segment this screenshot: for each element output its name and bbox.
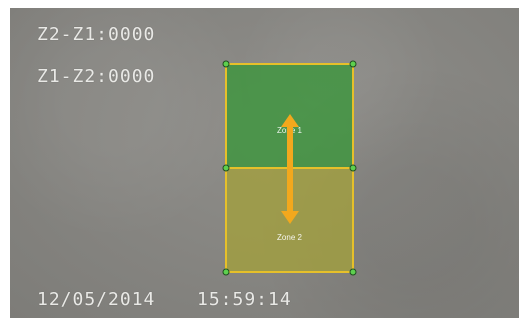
video-feed: Z2-Z1:0000 Z1-Z2:0000 Zone 1 Zone 2 12/0… <box>10 8 519 318</box>
osd-time: 15:59:14 <box>197 289 292 310</box>
osd-date: 12/05/2014 <box>37 289 156 310</box>
zone-handle-middle-right[interactable] <box>349 164 357 172</box>
zone-handle-top-right[interactable] <box>349 60 357 68</box>
zone-handle-bottom-left[interactable] <box>222 268 230 276</box>
counter-z1-to-z2: Z1-Z2:0000 <box>37 66 156 87</box>
camera-preview-frame: Z2-Z1:0000 Z1-Z2:0000 Zone 1 Zone 2 12/0… <box>0 0 522 318</box>
zone-2-label: Zone 2 <box>277 233 302 242</box>
zone-handle-top-left[interactable] <box>222 60 230 68</box>
double-arrow-vertical-icon[interactable] <box>280 114 300 224</box>
zone-handle-bottom-right[interactable] <box>349 268 357 276</box>
zone-handle-middle-left[interactable] <box>222 164 230 172</box>
counter-z2-to-z1: Z2-Z1:0000 <box>37 24 156 45</box>
